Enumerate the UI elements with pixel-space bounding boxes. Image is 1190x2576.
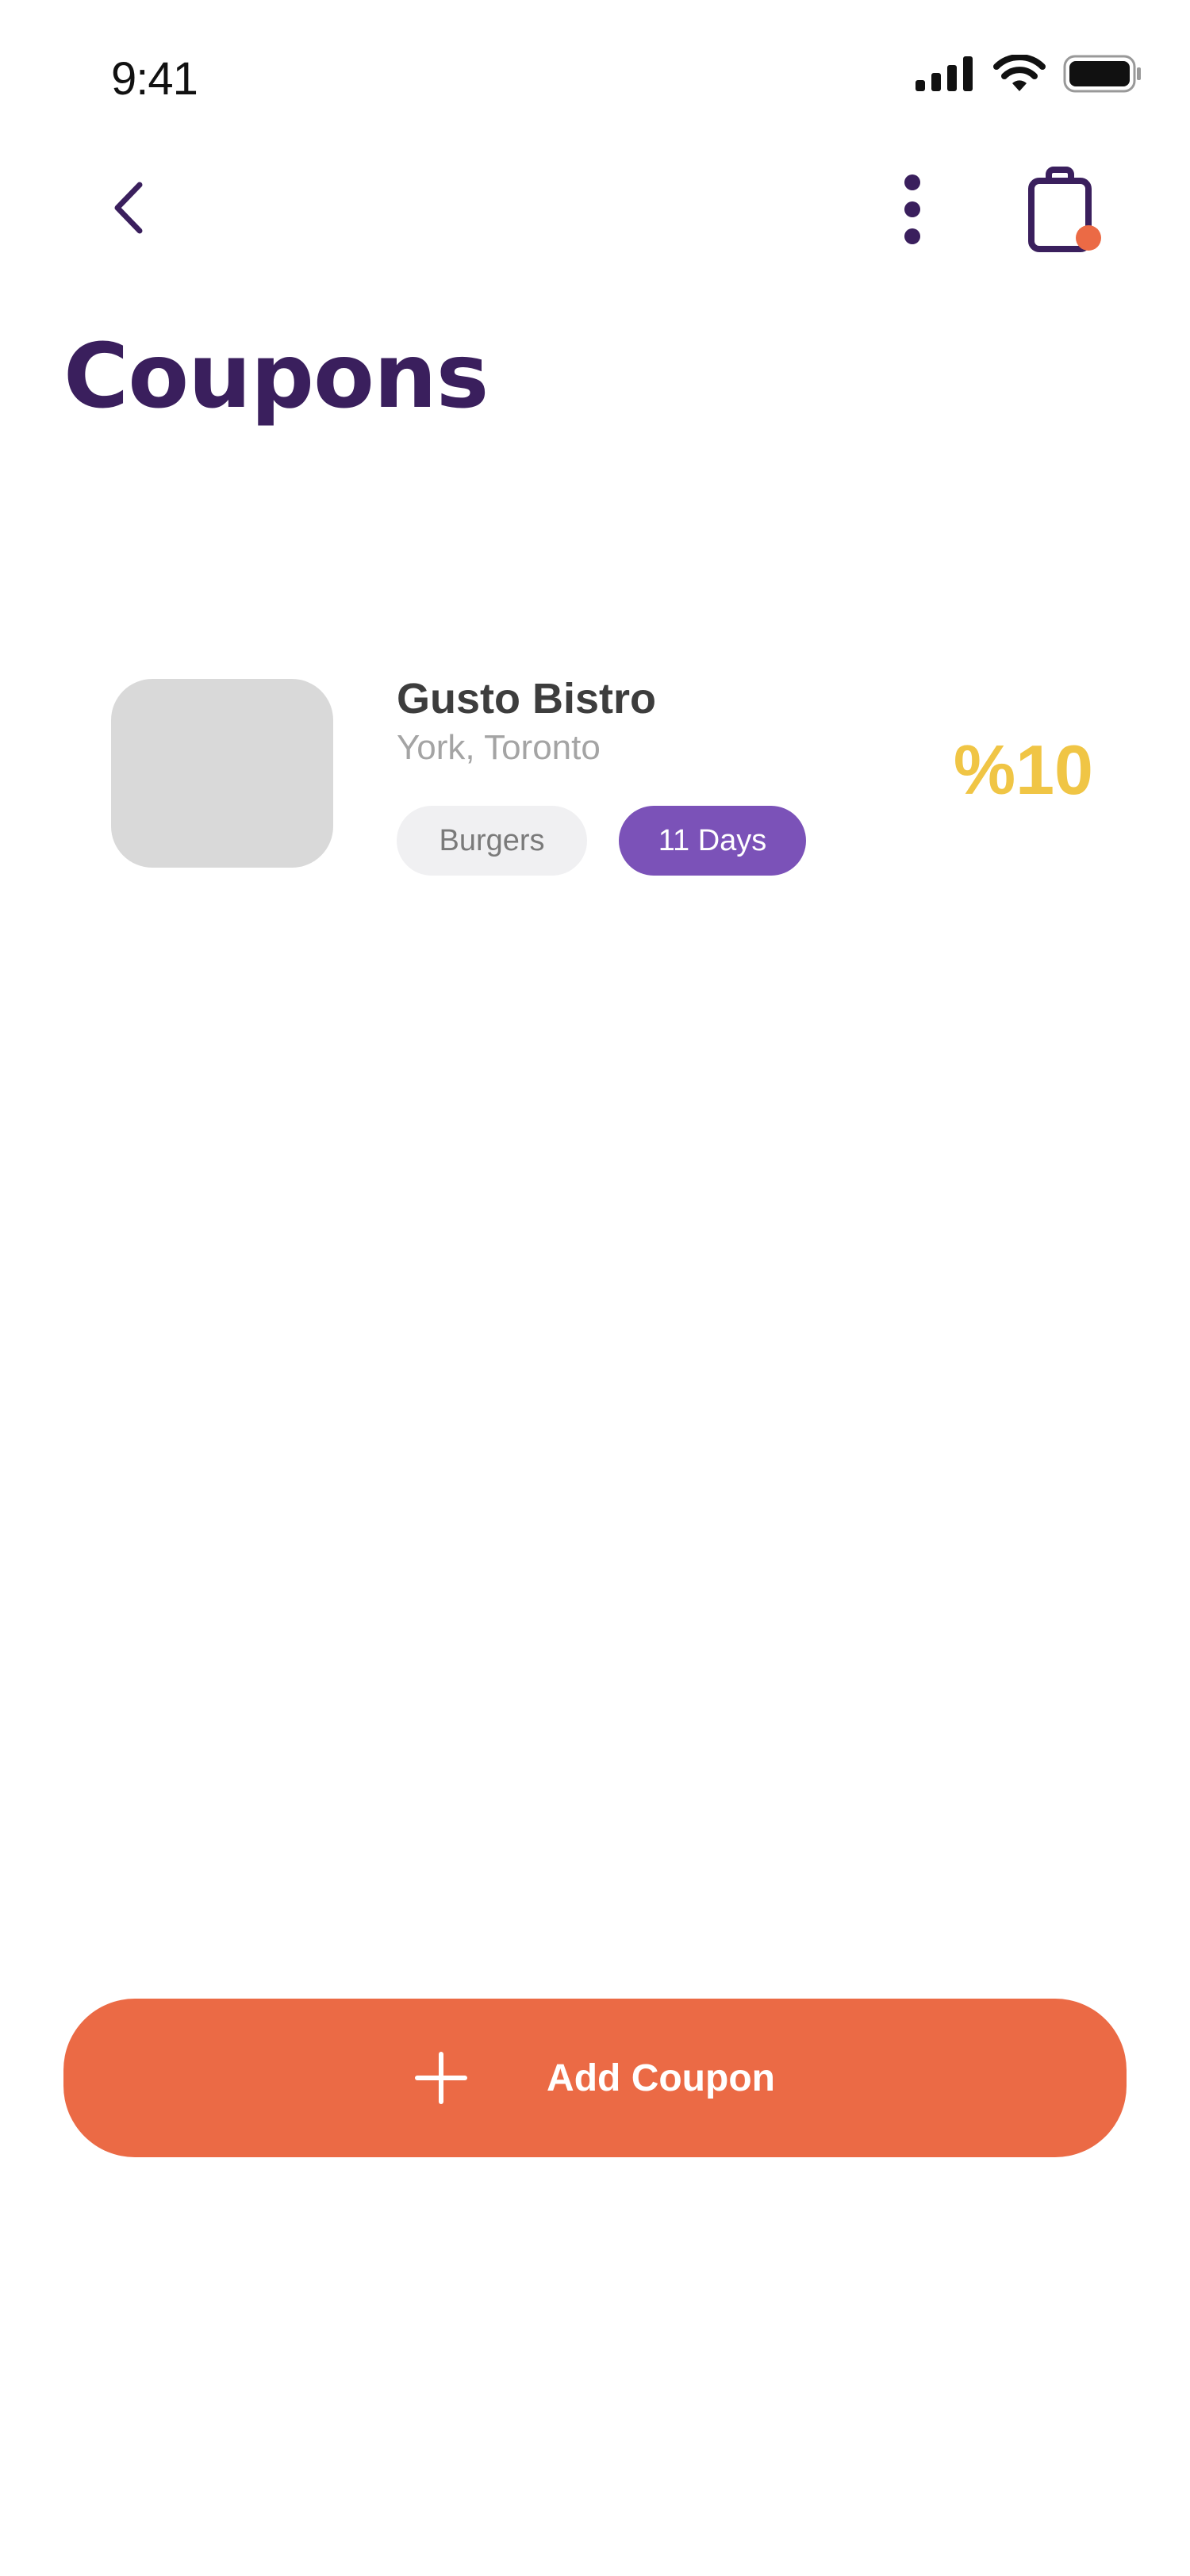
coupon-thumbnail: [111, 679, 333, 868]
coupon-location: York, Toronto: [397, 728, 601, 767]
status-time: 9:41: [111, 53, 198, 105]
add-coupon-button[interactable]: Add Coupon: [63, 1999, 1127, 2157]
back-button[interactable]: [105, 176, 152, 240]
coupon-restaurant-name: Gusto Bistro: [397, 675, 657, 723]
status-icons: [916, 52, 1142, 95]
page-title: Coupons: [63, 325, 489, 428]
coupon-discount: %10: [953, 730, 1093, 809]
cellular-signal-icon: [916, 56, 973, 91]
coupons-screen: 9:41 Coupons Gusto Bistro York, Toronto …: [0, 0, 1190, 2576]
coupon-category-chip: Burgers: [397, 806, 587, 876]
shopping-bag-icon: [1028, 167, 1101, 252]
add-coupon-label: Add Coupon: [547, 2057, 775, 2099]
battery-icon: [1063, 55, 1141, 93]
more-vertical-icon: [904, 174, 920, 244]
coupon-validity-badge: 11 Days: [619, 806, 806, 876]
plus-icon: [415, 2052, 468, 2104]
chevron-left-icon: [114, 182, 143, 234]
wifi-icon: [993, 55, 1046, 91]
notification-dot: [1076, 225, 1101, 251]
cart-button[interactable]: [1023, 163, 1111, 259]
more-options-button[interactable]: [889, 170, 936, 249]
